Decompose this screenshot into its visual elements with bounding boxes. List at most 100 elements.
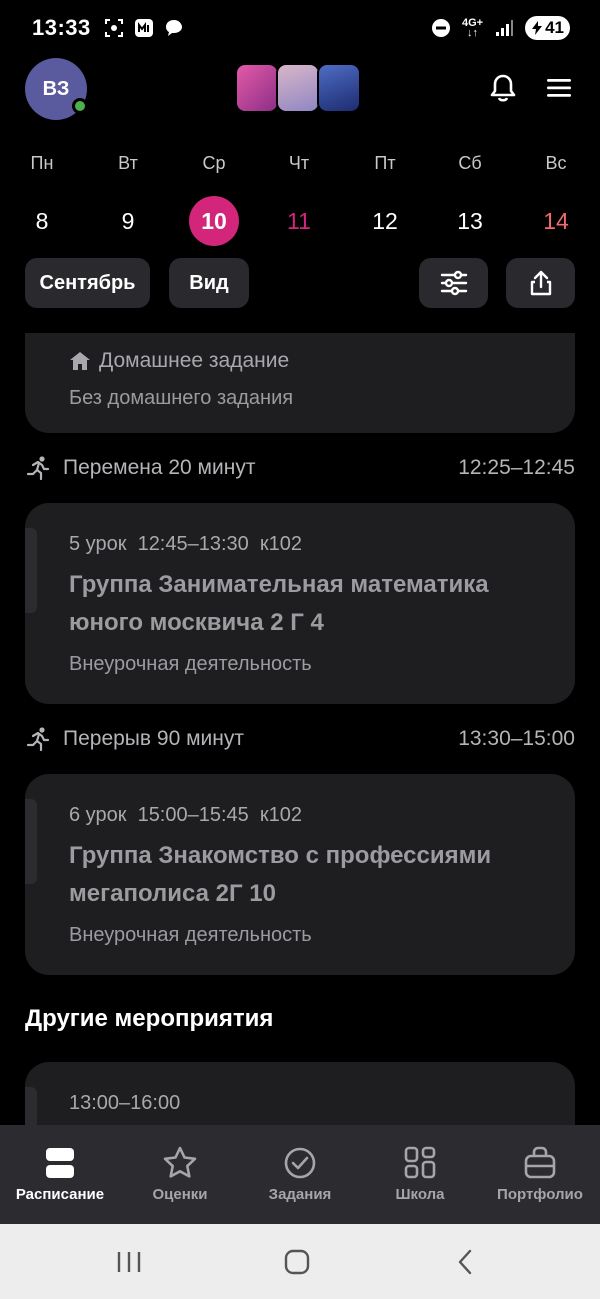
view-button[interactable]: Вид: [169, 258, 249, 308]
star-icon: [163, 1146, 197, 1178]
lesson-accent-bar: [25, 799, 37, 884]
nav-label: Портфолио: [497, 1186, 583, 1203]
lesson-title: Группа Занимательная математика юного мо…: [69, 571, 489, 636]
month-button[interactable]: Сентябрь: [25, 258, 150, 308]
lesson-accent-bar: [25, 528, 37, 613]
home-button[interactable]: [277, 1244, 317, 1280]
logo-tile-2: [276, 63, 320, 113]
menu-button[interactable]: [542, 71, 576, 105]
logo-tile-1: [235, 63, 279, 113]
lesson-type: Внеурочная деятельность: [69, 653, 312, 675]
share-button[interactable]: [506, 258, 575, 308]
app-logo[interactable]: [235, 63, 366, 113]
bell-icon: [490, 74, 516, 102]
home-icon: [70, 352, 90, 370]
avatar-initials: ВЗ: [42, 77, 70, 100]
nav-item-portfolio[interactable]: Портфолио: [480, 1125, 600, 1224]
lesson-type: Внеурочная деятельность: [69, 924, 312, 946]
day-name: Вс: [545, 153, 567, 173]
day-name: Чт: [288, 153, 310, 173]
day-name: Пн: [30, 153, 54, 173]
day-saturday[interactable]: Сб 13: [435, 148, 505, 246]
event-card[interactable]: 13:00–16:00: [25, 1062, 575, 1125]
recent-apps-button[interactable]: [109, 1244, 149, 1280]
nav-label: Оценки: [152, 1186, 208, 1203]
day-number: 14: [543, 208, 569, 234]
schedule-list[interactable]: Домашнее задание Без домашнего задания П…: [0, 333, 600, 1125]
running-person-icon: [26, 727, 50, 752]
view-label: Вид: [189, 271, 229, 294]
recent-apps-icon: [117, 1252, 141, 1272]
nav-label: Расписание: [15, 1186, 105, 1203]
notifications-button[interactable]: [486, 71, 520, 105]
day-number: 11: [287, 208, 311, 234]
status-bar: 13:33 4G+ ↓↑ 41: [0, 0, 600, 56]
week-strip: Пн 8 Вт 9 Ср 10 Чт 11 Пт 12 Сб 13 Вс 14: [0, 148, 600, 248]
chat-icon: [163, 17, 185, 39]
filter-button[interactable]: [419, 258, 488, 308]
break-label: Перемена 20 минут: [63, 456, 256, 479]
home-circle-icon: [284, 1249, 310, 1275]
nav-item-schedule[interactable]: Расписание: [0, 1125, 120, 1224]
day-number: 13: [457, 208, 483, 234]
day-tuesday[interactable]: Вт 9: [93, 148, 163, 246]
briefcase-icon: [524, 1146, 556, 1179]
status-notification-icons: [103, 17, 185, 39]
day-number: 8: [35, 208, 49, 234]
status-time: 13:33: [32, 15, 91, 40]
bottom-navigation: Расписание Оценки Задания Школа Портфоли…: [0, 1125, 600, 1224]
app-icon: [133, 17, 155, 39]
system-navigation-bar: [0, 1224, 600, 1299]
event-time: 13:00–16:00: [69, 1092, 181, 1114]
schedule-toolbar: Сентябрь Вид: [0, 258, 600, 308]
break-row: Перемена 20 минут 12:25–12:45: [25, 453, 575, 483]
grid-icon: [404, 1146, 436, 1179]
day-number: 12: [372, 208, 398, 234]
lesson-card[interactable]: 6 урок 15:00–15:45 к102 Группа Знакомств…: [25, 774, 575, 975]
day-name: Вт: [118, 153, 138, 173]
network-type: 4G+ ↓↑: [461, 17, 484, 39]
dnd-icon: [430, 17, 452, 39]
day-monday[interactable]: Пн 8: [7, 148, 77, 246]
nav-label: Школа: [395, 1186, 445, 1203]
online-status-dot: [72, 98, 88, 114]
homework-value: Без домашнего задания: [69, 387, 294, 409]
day-number: 9: [121, 208, 135, 234]
share-icon: [530, 270, 551, 296]
break-time: 13:30–15:00: [458, 727, 575, 750]
day-name: Пт: [374, 153, 396, 173]
battery-indicator: 41: [525, 16, 570, 40]
nav-item-school[interactable]: Школа: [360, 1125, 480, 1224]
break-label: Перерыв 90 минут: [63, 727, 244, 750]
lesson-meta: 5 урок 12:45–13:30 к102: [69, 533, 303, 555]
filter-sliders-icon: [440, 270, 467, 296]
screenshot-icon: [103, 17, 125, 39]
signal-icon: [493, 17, 515, 39]
app-header: ВЗ: [0, 56, 600, 126]
lesson-card[interactable]: 5 урок 12:45–13:30 к102 Группа Занимател…: [25, 503, 575, 704]
day-friday[interactable]: Пт 12: [350, 148, 420, 246]
status-system-icons: 4G+ ↓↑ 41: [430, 16, 570, 40]
hamburger-menu-icon: [547, 79, 571, 97]
day-name: Сб: [458, 153, 482, 173]
homework-card[interactable]: Домашнее задание Без домашнего задания: [25, 333, 575, 433]
day-wednesday[interactable]: Ср 10: [179, 148, 249, 246]
day-sunday[interactable]: Вс 14: [521, 148, 591, 246]
nav-item-tasks[interactable]: Задания: [240, 1125, 360, 1224]
break-time: 12:25–12:45: [458, 456, 575, 479]
schedule-icon: [46, 1148, 74, 1178]
back-chevron-icon: [458, 1249, 472, 1275]
break-row: Перерыв 90 минут 13:30–15:00: [25, 724, 575, 754]
event-accent-bar: [25, 1087, 37, 1125]
homework-label: Домашнее задание: [99, 349, 290, 372]
check-circle-icon: [284, 1147, 316, 1179]
other-events-title: Другие мероприятия: [25, 1005, 274, 1032]
logo-tile-3: [317, 63, 361, 113]
day-thursday[interactable]: Чт 11: [264, 148, 334, 246]
nav-item-grades[interactable]: Оценки: [120, 1125, 240, 1224]
lesson-meta: 6 урок 15:00–15:45 к102: [69, 804, 303, 826]
day-name: Ср: [202, 153, 226, 173]
month-label: Сентябрь: [39, 271, 136, 294]
back-button[interactable]: [445, 1244, 485, 1280]
day-number-selected: 10: [189, 196, 239, 246]
